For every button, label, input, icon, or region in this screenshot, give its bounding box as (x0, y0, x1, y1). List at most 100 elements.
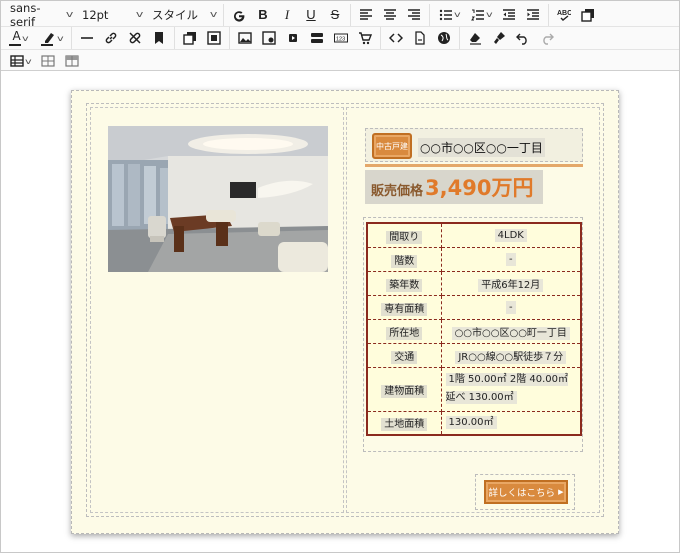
spec-key-cell[interactable]: 交通 (366, 342, 442, 368)
spec-key-cell[interactable]: 土地面積 (366, 410, 442, 436)
fullscreen-icon (207, 31, 221, 45)
code-icon (389, 33, 403, 43)
property-photo[interactable] (108, 126, 328, 272)
italic-button[interactable]: I (276, 5, 298, 25)
spec-value-cell[interactable]: - (440, 294, 582, 320)
spec-value-cell[interactable]: ○○市○○区○○町一丁目 (440, 318, 582, 344)
unlink-icon (129, 32, 141, 44)
spec-key-cell[interactable]: 建物面積 (366, 366, 442, 412)
spec-key-cell[interactable]: 専有面積 (366, 294, 442, 320)
highlight-color-button[interactable]: v (37, 28, 67, 48)
numbered-list-icon (470, 9, 484, 20)
template-button[interactable] (179, 28, 201, 48)
underline-icon: U (306, 7, 316, 22)
strikethrough-icon: S (330, 7, 340, 22)
font-family-select[interactable]: sans-serif v (4, 1, 76, 29)
editor-content[interactable]: 中古戸建 ○○市○○区○○一丁目 販売価格 3,490万円 間取り 4LDK 階… (1, 72, 679, 552)
align-center-icon (384, 8, 396, 20)
spec-key-cell[interactable]: 所在地 (366, 318, 442, 344)
spec-value: JR○○線○○駅徒歩７分 (455, 350, 567, 364)
bookmark-button[interactable] (148, 28, 170, 48)
format-painter-button[interactable] (488, 28, 510, 48)
price-label: 販売価格 (371, 184, 424, 199)
eraser-icon (470, 33, 481, 45)
media-library-button[interactable] (258, 28, 280, 48)
table-icon (9, 55, 24, 67)
clear-format-button[interactable] (464, 28, 486, 48)
right-column-cell[interactable]: 中古戸建 ○○市○○区○○一丁目 販売価格 3,490万円 間取り 4LDK 階… (346, 107, 600, 513)
table-row: 築年数 平成6年12月 (366, 270, 582, 296)
bold-button[interactable]: B (252, 5, 274, 25)
redo-icon (543, 33, 554, 45)
spec-key: 築年数 (386, 278, 423, 292)
undo-icon (516, 33, 527, 45)
indent-button[interactable] (522, 5, 544, 25)
video-button[interactable] (282, 28, 304, 48)
property-address-title: ○○市○○区○○一丁目 (418, 138, 545, 157)
bullet-list-button[interactable]: v (434, 5, 464, 25)
color-bar (41, 44, 53, 46)
video-icon (289, 34, 297, 42)
text-color-button[interactable]: A v (5, 28, 35, 48)
align-center-button[interactable] (379, 5, 401, 25)
text-color-icon: A (12, 29, 21, 43)
spec-value-cell[interactable]: - (440, 246, 582, 272)
cart-button[interactable] (354, 28, 376, 48)
spec-key: 間取り (386, 230, 423, 244)
table-button[interactable]: v (5, 51, 35, 71)
spec-value-cell[interactable]: 平成6年12月 (440, 270, 582, 296)
details-button[interactable]: 詳しくはこちら ▶ (484, 480, 568, 504)
spec-value: ○○市○○区○○町一丁目 (451, 326, 570, 340)
spec-key-cell[interactable]: 築年数 (366, 270, 442, 296)
style-select[interactable]: スタイル v (146, 5, 220, 25)
font-family-value: sans-serif (10, 0, 41, 29)
counter-button[interactable]: 123 (330, 28, 352, 48)
underline-button[interactable]: U (300, 5, 322, 25)
google-fonts-button[interactable] (228, 5, 250, 25)
strikethrough-button[interactable]: S (324, 5, 346, 25)
spec-value-cell[interactable]: 4LDK (440, 222, 582, 248)
highlighter-icon (44, 33, 54, 43)
font-size-value: 12pt (82, 7, 109, 22)
image-button[interactable] (234, 28, 256, 48)
outdent-icon (503, 8, 515, 20)
preview-button[interactable] (433, 28, 455, 48)
horizontal-rule-button[interactable] (76, 28, 98, 48)
numbered-list-button[interactable]: v (466, 5, 496, 25)
embed-button[interactable] (306, 28, 328, 48)
fullscreen-button[interactable] (203, 28, 225, 48)
spec-key-cell[interactable]: 間取り (366, 222, 442, 248)
spec-value-cell[interactable]: 1階 50.00㎡ 2階 40.00㎡ 延べ 130.00㎡ (440, 366, 582, 412)
document-button[interactable] (409, 28, 431, 48)
redo-button[interactable] (536, 28, 558, 48)
unlink-button[interactable] (124, 28, 146, 48)
copy-button[interactable] (577, 5, 599, 25)
left-column-cell[interactable] (90, 107, 344, 513)
copy-icon (581, 8, 594, 22)
align-right-button[interactable] (403, 5, 425, 25)
link-button[interactable] (100, 28, 122, 48)
insert-group-1 (72, 27, 175, 49)
chevron-down-icon: v (65, 9, 74, 20)
spec-key: 階数 (391, 254, 418, 268)
spec-value: - (505, 300, 516, 314)
font-size-select[interactable]: 12pt v (76, 5, 146, 25)
spec-value-cell[interactable]: JR○○線○○駅徒歩７分 (440, 342, 582, 368)
spec-value-cell[interactable]: 130.00㎡ (440, 410, 582, 436)
outdent-button[interactable] (498, 5, 520, 25)
source-code-button[interactable] (385, 28, 407, 48)
layout-table: 中古戸建 ○○市○○区○○一丁目 販売価格 3,490万円 間取り 4LDK 階… (86, 103, 604, 517)
table-cells-button[interactable] (61, 51, 83, 71)
spec-value: 130.00㎡ (445, 415, 497, 429)
table-row: 専有面積 - (366, 294, 582, 320)
spellcheck-button[interactable]: ABC (553, 5, 575, 25)
spec-table: 間取り 4LDK 階数 - 築年数 平成6年12月 専有面積 - 所在地 ○○市… (366, 222, 582, 436)
spec-key-cell[interactable]: 階数 (366, 246, 442, 272)
paint-brush-icon (494, 32, 505, 44)
undo-button[interactable] (512, 28, 534, 48)
align-left-button[interactable] (355, 5, 377, 25)
table-layout-button[interactable] (37, 51, 59, 71)
table-row: 階数 - (366, 246, 582, 272)
table-cells-icon (65, 55, 79, 67)
color-group: A v v (1, 27, 72, 49)
